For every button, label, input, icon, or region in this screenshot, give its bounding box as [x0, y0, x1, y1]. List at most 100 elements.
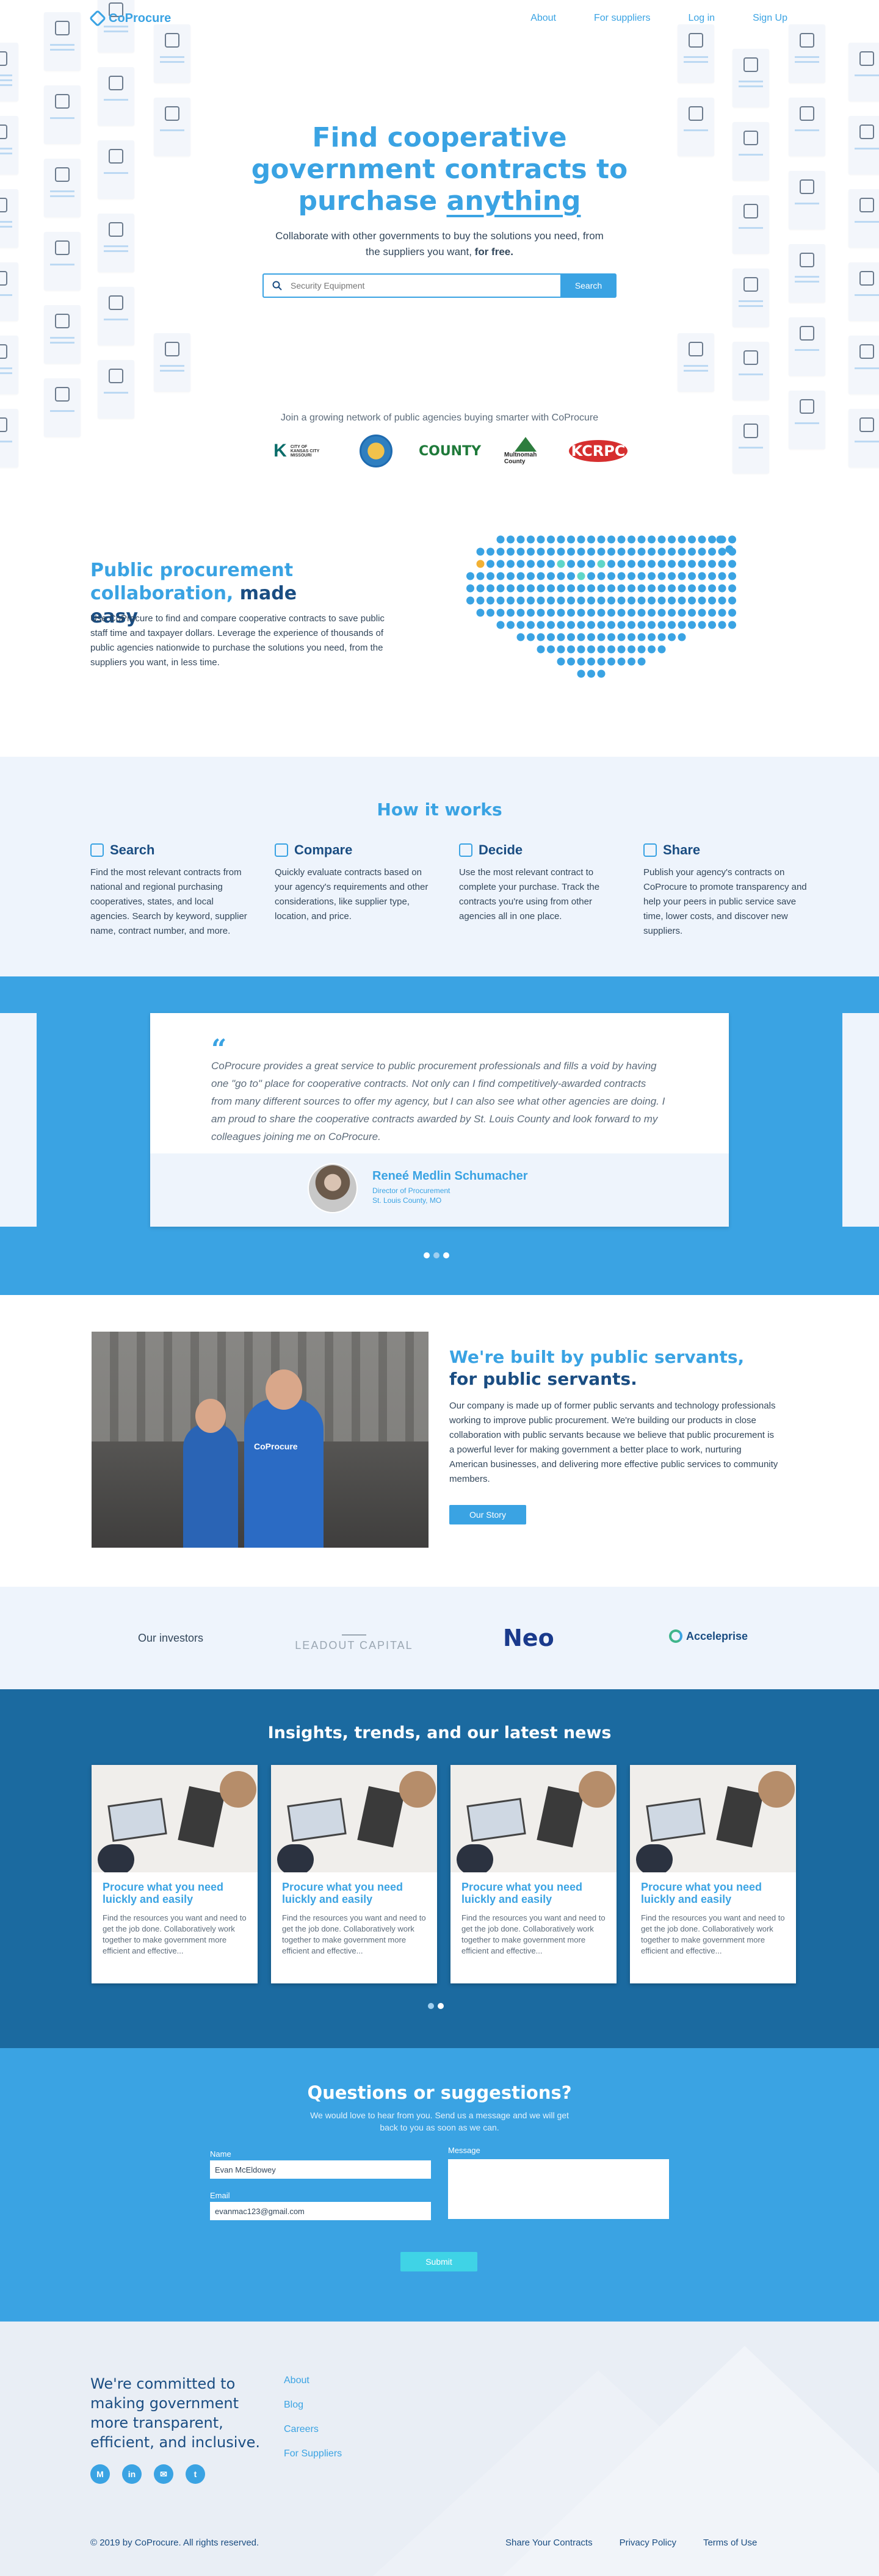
avatar — [308, 1163, 358, 1213]
map-dot — [648, 621, 656, 629]
public-servants-section: CoProcure We're built by public servants… — [0, 1295, 879, 1587]
news-card[interactable]: Procure what you need luickly and easily… — [450, 1765, 617, 1983]
map-dot — [547, 560, 555, 568]
map-dot — [688, 535, 696, 544]
nav-suppliers-link[interactable]: For suppliers — [594, 13, 650, 24]
news-card[interactable]: Procure what you need luickly and easily… — [630, 1765, 796, 1983]
map-dot — [657, 633, 666, 641]
footer-suppliers-link[interactable]: For Suppliers — [284, 2448, 342, 2459]
investor-neo[interactable]: Neo — [503, 1625, 554, 1651]
news-title: Insights, trends, and our latest news — [267, 1723, 612, 1742]
news-cards: Procure what you need luickly and easily… — [92, 1765, 796, 1983]
hero-content: Find cooperative government contracts to… — [232, 122, 647, 298]
map-dot — [597, 584, 606, 593]
nav-signup-link[interactable]: Sign Up — [753, 13, 787, 24]
map-dot — [728, 596, 736, 605]
map-dot — [698, 560, 706, 568]
decor-column — [154, 24, 190, 406]
privacy-policy-link[interactable]: Privacy Policy — [620, 2538, 676, 2548]
map-dot — [487, 596, 494, 605]
news-image — [92, 1765, 258, 1872]
map-dot — [617, 633, 626, 641]
map-dot — [728, 572, 736, 580]
map-dot — [516, 560, 525, 568]
map-dot — [597, 621, 606, 629]
pagination-dot[interactable] — [438, 2003, 444, 2009]
map-dot — [507, 535, 515, 544]
investor-leadout[interactable]: LEADOUT CAPITAL — [293, 1621, 415, 1652]
map-dot — [637, 584, 646, 593]
map-dot — [527, 547, 535, 556]
map-dot — [537, 596, 545, 605]
map-dot — [657, 608, 666, 617]
contact-title: Questions or suggestions? — [307, 2082, 572, 2103]
brand-logo[interactable]: CoProcure — [89, 9, 171, 27]
linkedin-icon[interactable]: in — [122, 2464, 142, 2484]
pagination-dot[interactable] — [428, 2003, 434, 2009]
map-dot — [637, 633, 646, 641]
map-dot — [587, 669, 595, 678]
search-input[interactable] — [291, 281, 523, 290]
map-dot — [617, 560, 626, 568]
map-dot — [668, 584, 676, 593]
search-box[interactable] — [262, 273, 560, 298]
mail-icon[interactable]: ✉ — [154, 2464, 173, 2484]
footer-careers-link[interactable]: Careers — [284, 2424, 342, 2435]
map-dot — [708, 535, 716, 544]
map-dot — [527, 560, 535, 568]
name-field[interactable] — [210, 2160, 431, 2179]
news-card[interactable]: Procure what you need luickly and easily… — [92, 1765, 258, 1983]
hero-title-emphasis: anything — [446, 186, 581, 217]
investors-section: Our investors LEADOUT CAPITAL Neo Accele… — [0, 1587, 879, 1689]
map-dot — [527, 572, 535, 580]
pagination-dot[interactable] — [424, 1252, 430, 1258]
news-card[interactable]: Procure what you need luickly and easily… — [271, 1765, 437, 1983]
investor-acceleprise[interactable]: Acceleprise — [669, 1629, 748, 1643]
map-dot — [537, 645, 545, 654]
contact-lead: We would love to hear from you. Send us … — [310, 2110, 569, 2132]
map-dot — [607, 621, 615, 629]
carousel-next-card[interactable] — [842, 1013, 879, 1227]
decor-column — [848, 43, 879, 482]
map-dot — [537, 560, 545, 568]
pagination-dot[interactable] — [443, 1252, 449, 1258]
search-button[interactable]: Search — [560, 273, 617, 298]
map-dot — [688, 608, 696, 617]
map-dot — [617, 645, 626, 654]
testimonial-author: Reneé Medlin Schumacher Director of Proc… — [150, 1153, 729, 1227]
map-dot — [537, 584, 545, 593]
medium-icon[interactable]: M — [90, 2464, 110, 2484]
news-pagination — [428, 2003, 444, 2009]
map-dot — [628, 572, 635, 580]
map-dot — [466, 572, 474, 580]
share-contracts-link[interactable]: Share Your Contracts — [505, 2538, 593, 2548]
map-dot — [698, 547, 706, 556]
nav-about-link[interactable]: About — [530, 13, 556, 24]
footer-blog-link[interactable]: Blog — [284, 2400, 342, 2411]
testimonial-quote: CoProcure provides a great service to pu… — [211, 1060, 665, 1142]
carousel-prev-card[interactable] — [0, 1013, 37, 1227]
our-story-button[interactable]: Our Story — [449, 1505, 526, 1524]
map-dot — [617, 596, 626, 605]
terms-link[interactable]: Terms of Use — [703, 2538, 757, 2548]
map-dot — [688, 572, 696, 580]
map-dot — [698, 596, 706, 605]
news-card-body: Find the resources you want and need to … — [641, 1913, 785, 1955]
pagination-dot[interactable] — [433, 1252, 440, 1258]
twitter-icon[interactable]: t — [186, 2464, 205, 2484]
step-title: Search — [110, 842, 155, 857]
map-dot — [708, 584, 716, 593]
map-dot — [577, 584, 585, 593]
map-dot — [668, 572, 676, 580]
map-dot — [725, 545, 734, 554]
map-dot — [527, 584, 535, 593]
nav-login-link[interactable]: Log in — [688, 13, 715, 24]
email-field[interactable] — [210, 2202, 431, 2220]
footer-about-link[interactable]: About — [284, 2375, 342, 2386]
map-dot — [567, 657, 575, 666]
map-dot — [557, 547, 565, 556]
map-dot — [597, 608, 606, 617]
photo-head — [195, 1399, 226, 1433]
message-field[interactable] — [448, 2159, 669, 2219]
submit-button[interactable]: Submit — [400, 2252, 477, 2271]
